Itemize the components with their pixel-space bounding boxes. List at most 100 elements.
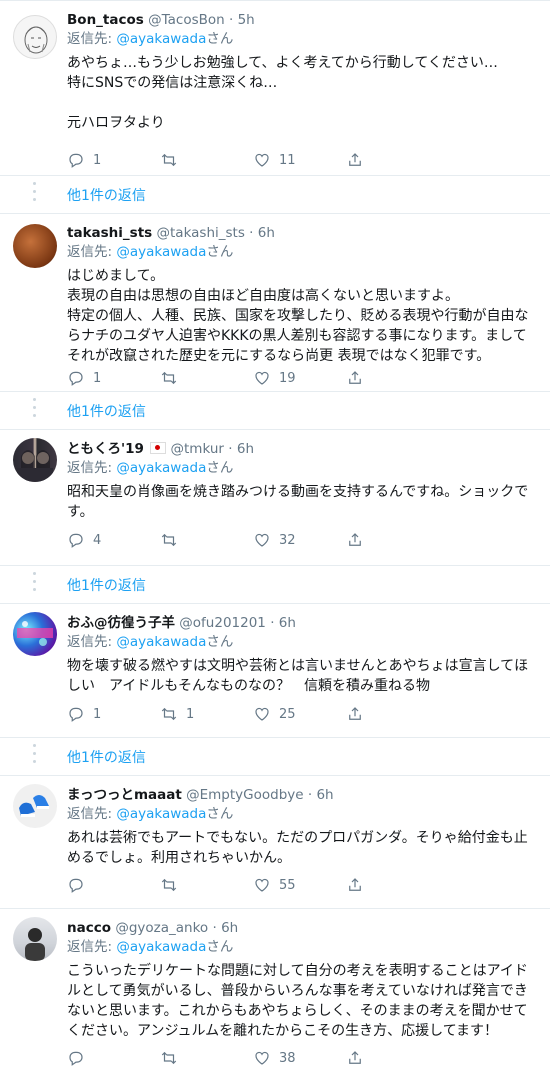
person-photo-avatar[interactable] (13, 917, 57, 961)
tweet-card[interactable]: takashi_sts @takashi_sts · 6h 返信先: @ayak… (0, 214, 550, 392)
reply-to-line: 返信先: @ayakawadaさん (67, 805, 538, 824)
brown-object-avatar[interactable] (13, 224, 57, 268)
like-count: 11 (279, 152, 296, 168)
mention-link[interactable]: @ayakawada (116, 939, 206, 955)
like-button[interactable]: 11 (253, 151, 296, 169)
retweet-button[interactable] (160, 369, 186, 387)
retweet-button[interactable] (160, 531, 186, 549)
separator-dot: · (228, 12, 234, 28)
reply-icon (69, 371, 83, 386)
retweet-icon (161, 707, 177, 721)
tweet-actions: 55 (67, 876, 487, 896)
like-button[interactable]: 19 (253, 369, 296, 387)
tweet-time[interactable]: 6h (279, 615, 296, 631)
show-more-replies-link[interactable]: 他1件の返信 (67, 747, 146, 767)
reply-button[interactable] (67, 876, 93, 894)
retweet-icon (161, 153, 177, 167)
reply-icon (69, 707, 83, 722)
show-more-replies-link[interactable]: 他1件の返信 (67, 575, 146, 595)
reply-suffix: さん (206, 460, 234, 476)
mention-link[interactable]: @ayakawada (116, 806, 206, 822)
tweet-actions: 1 19 (67, 369, 487, 389)
like-button[interactable]: 55 (253, 876, 296, 894)
user-handle[interactable]: @EmptyGoodbye (186, 787, 303, 803)
tweet-card[interactable]: ともくろ'19 @tmkur · 6h 返信先: @ayakawadaさん 昭和… (0, 430, 550, 566)
user-handle[interactable]: @ofu201201 (179, 615, 266, 631)
retweet-button[interactable]: 1 (160, 705, 194, 723)
display-name[interactable]: Bon_tacos (67, 12, 144, 28)
blue-shoes-avatar[interactable] (13, 784, 57, 828)
tweet-time[interactable]: 6h (258, 225, 275, 241)
thread-dots-icon (33, 398, 36, 422)
tweet-time[interactable]: 6h (237, 441, 254, 457)
display-name[interactable]: ともくろ'19 (67, 441, 144, 457)
reply-count: 4 (93, 532, 102, 548)
thread-more-row[interactable]: 他1件の返信 (0, 176, 550, 214)
mention-link[interactable]: @ayakawada (116, 460, 206, 476)
reply-prefix: 返信先: (67, 806, 117, 822)
share-button[interactable] (346, 151, 364, 169)
like-button[interactable]: 25 (253, 705, 296, 723)
user-handle[interactable]: @tmkur (171, 441, 224, 457)
mention-link[interactable]: @ayakawada (116, 634, 206, 650)
share-button[interactable] (346, 531, 364, 549)
heart-icon (255, 153, 269, 167)
share-button[interactable] (346, 1049, 364, 1067)
retweet-button[interactable] (160, 1049, 186, 1067)
two-people-photo-avatar[interactable] (13, 438, 57, 482)
tweet-card[interactable]: Bon_tacos @TacosBon · 5h 返信先: @ayakawada… (0, 0, 550, 176)
share-button[interactable] (346, 876, 364, 894)
display-name[interactable]: まっつっとmaaat (67, 787, 182, 803)
user-handle[interactable]: @takashi_sts (157, 225, 245, 241)
like-button[interactable]: 38 (253, 1049, 296, 1067)
retweet-button[interactable] (160, 876, 186, 894)
heart-icon (255, 878, 269, 892)
tweet-time[interactable]: 6h (316, 787, 333, 803)
share-icon (349, 878, 361, 891)
share-button[interactable] (346, 369, 364, 387)
share-button[interactable] (346, 705, 364, 723)
tweet-text: 昭和天皇の肖像画を焼き踏みつける動画を支持するんですね。ショックです。 (67, 484, 529, 520)
thread-more-row[interactable]: 他1件の返信 (0, 738, 550, 776)
display-name[interactable]: おふ@彷徨う子羊 (67, 615, 175, 631)
like-button[interactable]: 32 (253, 531, 296, 549)
show-more-replies-link[interactable]: 他1件の返信 (67, 185, 146, 205)
reply-feed: Bon_tacos @TacosBon · 5h 返信先: @ayakawada… (0, 0, 550, 1073)
tweet-text: こういったデリケートな問題に対して自分の考えを表明することはアイドルとして勇気が… (67, 963, 528, 1039)
mention-link[interactable]: @ayakawada (116, 244, 206, 260)
reply-icon (69, 153, 83, 168)
reply-button[interactable]: 4 (67, 531, 101, 549)
tweet-header: takashi_sts @takashi_sts · 6h (67, 224, 538, 243)
sketch-face-avatar[interactable] (13, 15, 57, 59)
tweet-card[interactable]: nacco @gyoza_anko · 6h 返信先: @ayakawadaさん… (0, 909, 550, 1073)
reply-button[interactable]: 1 (67, 705, 101, 723)
reply-suffix: さん (206, 634, 234, 650)
tweet-text: あやちょ…もう少しお勉強して、よく考えてから行動してください… 特にSNSでの発… (67, 55, 498, 131)
thread-dots-icon (33, 572, 36, 596)
display-name[interactable]: takashi_sts (67, 225, 152, 241)
tweet-time[interactable]: 5h (238, 12, 255, 28)
display-name[interactable]: nacco (67, 920, 111, 936)
retweet-button[interactable] (160, 151, 186, 169)
tweet-card[interactable]: まっつっとmaaat @EmptyGoodbye · 6h 返信先: @ayak… (0, 776, 550, 909)
reply-to-line: 返信先: @ayakawadaさん (67, 30, 538, 49)
tweet-text: あれは芸術でもアートでもない。ただのプロパガンダ。そりゃ給付金も止めるでしょ。利… (67, 830, 528, 866)
user-handle[interactable]: @TacosBon (148, 12, 225, 28)
show-more-replies-link[interactable]: 他1件の返信 (67, 401, 146, 421)
user-handle[interactable]: @gyoza_anko (115, 920, 208, 936)
stage-lights-avatar[interactable] (13, 612, 57, 656)
tweet-card[interactable]: おふ@彷徨う子羊 @ofu201201 · 6h 返信先: @ayakawada… (0, 604, 550, 738)
reply-button[interactable]: 1 (67, 151, 101, 169)
thread-more-row[interactable]: 他1件の返信 (0, 392, 550, 430)
japan-flag-icon (150, 442, 167, 454)
tweet-time[interactable]: 6h (221, 920, 238, 936)
reply-icon (69, 1051, 83, 1066)
reply-count: 1 (93, 706, 102, 722)
tweet-header: まっつっとmaaat @EmptyGoodbye · 6h (67, 786, 538, 805)
reply-icon (69, 533, 83, 548)
reply-button[interactable] (67, 1049, 93, 1067)
thread-more-row[interactable]: 他1件の返信 (0, 566, 550, 604)
mention-link[interactable]: @ayakawada (116, 31, 206, 47)
reply-button[interactable]: 1 (67, 369, 101, 387)
heart-icon (255, 533, 269, 547)
